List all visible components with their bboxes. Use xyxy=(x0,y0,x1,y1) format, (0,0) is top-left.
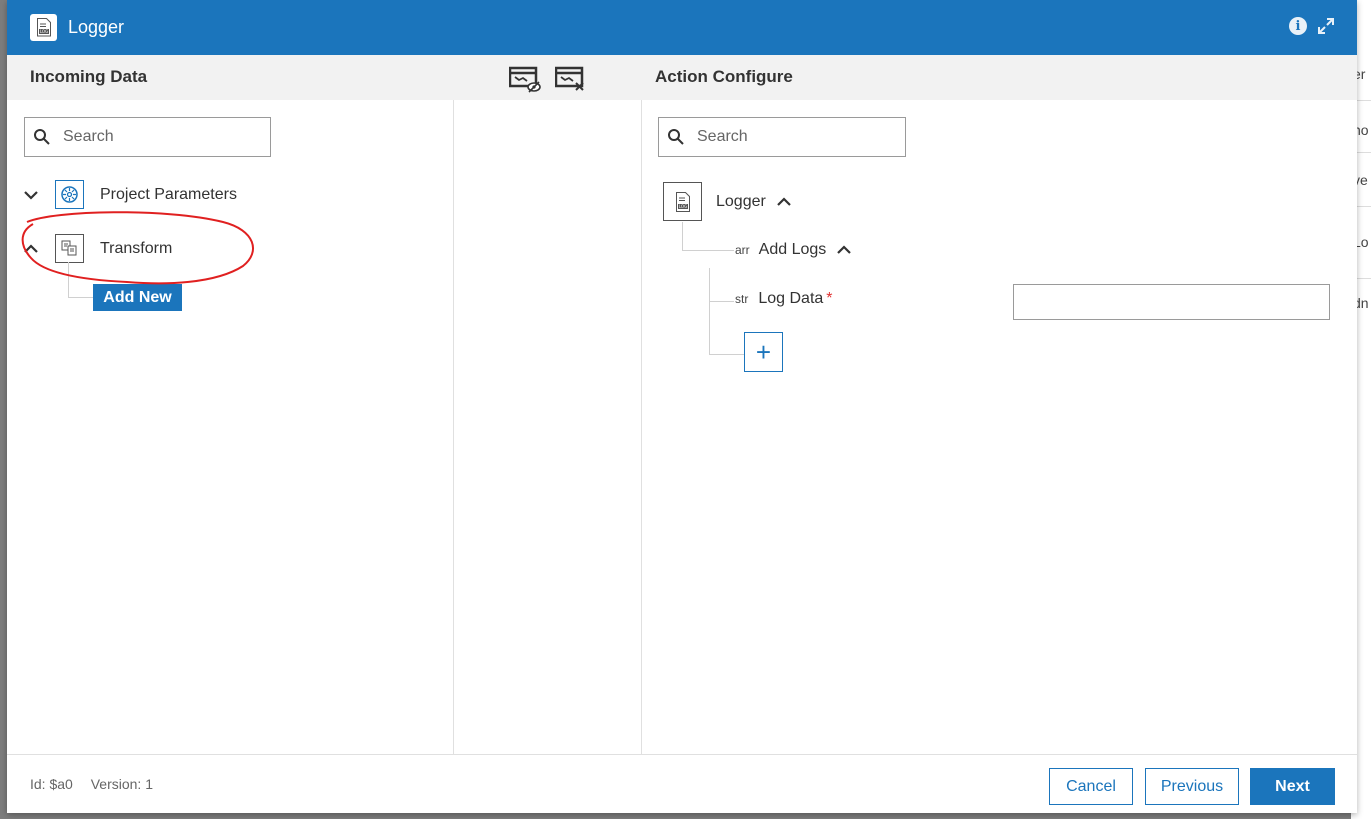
red-annotation-circle xyxy=(21,211,254,285)
tree-connector xyxy=(682,250,734,251)
log-file-icon: LOG xyxy=(30,14,57,41)
required-mark: * xyxy=(826,290,833,307)
cancel-button[interactable]: Cancel xyxy=(1049,768,1133,805)
incoming-search-input[interactable]: Search xyxy=(24,117,271,157)
mapping-pane xyxy=(454,100,642,754)
dialog-titlebar: LOG Logger i xyxy=(7,0,1357,55)
tree-item-label: Project Parameters xyxy=(100,185,237,203)
clear-mapping-icon[interactable] xyxy=(555,66,587,94)
next-button[interactable]: Next xyxy=(1250,768,1335,805)
dialog-title: Logger xyxy=(68,17,125,37)
log-data-input[interactable] xyxy=(1013,284,1330,320)
chevron-up-icon[interactable] xyxy=(777,196,791,207)
tree-connector xyxy=(709,354,744,355)
tree-item-log-data: str Log Data * xyxy=(735,290,833,308)
search-icon xyxy=(34,129,50,145)
incoming-data-pane: Search Project Parameters Transform Add … xyxy=(7,100,454,754)
hide-mapping-icon[interactable] xyxy=(509,66,541,94)
project-parameters-icon xyxy=(55,180,84,209)
svg-text:LOG: LOG xyxy=(39,29,47,34)
tree-connector xyxy=(709,301,734,302)
tree-item-add-logs[interactable]: arr Add Logs xyxy=(735,241,852,259)
tree-item-logger[interactable]: LOG Logger xyxy=(663,182,791,221)
incoming-data-heading: Incoming Data xyxy=(30,67,148,86)
type-tag: arr xyxy=(735,243,750,257)
expand-icon[interactable] xyxy=(1317,17,1335,35)
tree-connector xyxy=(709,268,710,354)
tree-item-project-parameters[interactable]: Project Parameters xyxy=(22,180,237,209)
info-icon[interactable]: i xyxy=(1289,17,1307,35)
action-configure-heading: Action Configure xyxy=(655,67,793,86)
chevron-down-icon[interactable] xyxy=(22,186,40,204)
logger-dialog: LOG Logger i Incoming Data Action Config… xyxy=(7,0,1357,813)
add-new-button[interactable]: Add New xyxy=(93,284,182,311)
search-placeholder: Search xyxy=(697,128,748,145)
search-placeholder: Search xyxy=(63,128,114,145)
add-log-button[interactable]: + xyxy=(744,332,783,372)
id-text: Id: $a0 xyxy=(30,776,73,792)
tree-item-label: Add Logs xyxy=(758,241,827,258)
search-icon xyxy=(668,129,684,145)
meta-info: Id: $a0 Version: 1 xyxy=(30,776,153,792)
action-search-input[interactable]: Search xyxy=(658,117,906,157)
log-data-label: Log Data xyxy=(758,290,824,307)
type-tag: str xyxy=(735,292,749,306)
log-file-icon: LOG xyxy=(663,182,702,221)
action-configure-pane: Search LOG Logger arr Add Logs str Log D… xyxy=(642,100,1357,754)
chevron-up-icon[interactable] xyxy=(837,245,852,255)
dialog-footer: Id: $a0 Version: 1 Cancel Previous Next xyxy=(7,754,1357,813)
panes-header: Incoming Data Action Configure xyxy=(7,55,1357,100)
svg-text:LOG: LOG xyxy=(678,204,686,209)
tree-connector xyxy=(68,297,93,298)
tree-item-label: Logger xyxy=(716,192,766,210)
previous-button[interactable]: Previous xyxy=(1145,768,1239,805)
version-text: Version: 1 xyxy=(90,776,153,792)
tree-connector xyxy=(682,222,683,250)
